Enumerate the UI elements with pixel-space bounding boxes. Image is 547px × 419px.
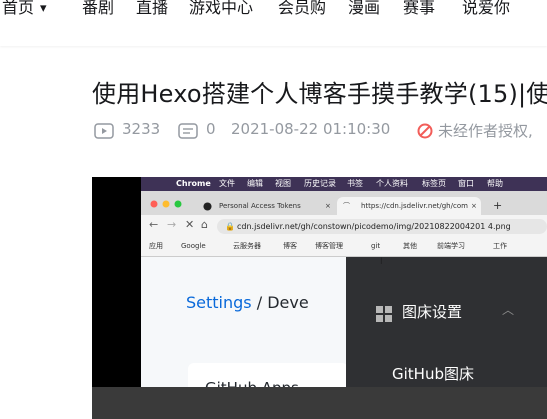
menu-history: 历史记录 — [304, 179, 336, 188]
article-title: 使用Hexo搭建个人博客手摸手教学(15)|使 — [92, 80, 547, 108]
nav-search-hint[interactable]: 说爱你 — [462, 0, 510, 18]
comment-count: 0 — [206, 120, 216, 138]
breadcrumb-rest: / Deve — [251, 293, 309, 312]
home-icon[interactable]: ⌂ — [201, 218, 208, 231]
article-video[interactable]: Chrome 文件 编辑 视图 历史记录 书签 个人资料 标签页 窗口 帮助 P… — [92, 177, 547, 419]
grid-icon — [376, 306, 392, 322]
tab-image-url[interactable]: ⌒ https://cdn.jsdelivr.net/gh/com × — [337, 197, 481, 215]
mac-menubar: Chrome 文件 编辑 视图 历史记录 书签 个人资料 标签页 窗口 帮助 — [141, 177, 547, 191]
chevron-down-icon: ▾ — [40, 1, 47, 16]
bookmark-google[interactable]: Google — [181, 237, 206, 256]
nav-live[interactable]: 直播 — [136, 0, 168, 18]
menu-window: 窗口 — [458, 179, 474, 188]
address-text: cdn.jsdelivr.net/gh/constown/picodemo/im… — [237, 222, 511, 231]
browser-toolbar: ← → ✕ ⌂ 🔒 cdn.jsdelivr.net/gh/constown/p… — [141, 215, 547, 237]
top-navigation: 首页 ▾ 番剧 直播 游戏中心 会员购 漫画 赛事 说爱你 — [0, 0, 547, 46]
no-reprint-icon — [417, 123, 433, 139]
menu-profile: 个人资料 — [376, 179, 408, 188]
bookmark-apps[interactable]: 应用 — [149, 237, 163, 256]
comment-icon — [178, 123, 198, 139]
menu-file: 文件 — [219, 179, 235, 188]
copyright-notice: 未经作者授权, — [438, 122, 533, 140]
menu-bookmarks: 书签 — [347, 179, 363, 188]
bookmark-work[interactable]: 工作 — [493, 237, 507, 256]
settings-link[interactable]: Settings — [186, 293, 252, 312]
bookmark-frontend[interactable]: 前端学习 — [437, 237, 465, 256]
view-count: 3233 — [122, 120, 161, 138]
back-icon[interactable]: ← — [149, 218, 158, 231]
window-controls — [150, 200, 182, 208]
github-image-host-item[interactable]: GitHub图床 — [392, 363, 474, 384]
nav-anime[interactable]: 番剧 — [82, 0, 114, 18]
address-bar[interactable]: 🔒 cdn.jsdelivr.net/gh/constown/picodemo/… — [217, 219, 547, 234]
menu-view: 视图 — [275, 179, 291, 188]
tab-title: https://cdn.jsdelivr.net/gh/com — [361, 202, 468, 210]
bookmark-blog[interactable]: 博客 — [283, 237, 297, 256]
chevron-up-icon[interactable]: ︿ — [502, 301, 514, 318]
lock-icon: 🔒 — [225, 222, 235, 231]
browser-tabbar: Personal Access Tokens × ⌒ https://cdn.j… — [141, 191, 547, 215]
nav-member-shop[interactable]: 会员购 — [278, 0, 326, 18]
bookmark-cloud-server[interactable]: 云服务器 — [233, 237, 261, 256]
tab-title: Personal Access Tokens — [219, 202, 301, 210]
play-icon — [94, 123, 114, 139]
mouse-cursor-icon: I — [380, 257, 383, 267]
forward-icon[interactable]: → — [167, 218, 176, 231]
menu-edit: 编辑 — [247, 179, 263, 188]
github-icon — [203, 202, 212, 211]
video-bottom-band — [92, 387, 547, 419]
bookmarks-bar: 应用 Google 云服务器 博客 博客管理 git 其他 前端学习 工作 — [141, 237, 547, 257]
bookmark-git[interactable]: git — [371, 237, 380, 256]
tab-close-icon[interactable]: × — [325, 197, 331, 215]
publish-time: 2021-08-22 01:10:30 — [231, 120, 391, 138]
screen-recording: Chrome 文件 编辑 视图 历史记录 书签 个人资料 标签页 窗口 帮助 P… — [141, 177, 547, 419]
menu-help: 帮助 — [487, 179, 503, 188]
menu-tabs: 标签页 — [422, 179, 446, 188]
image-host-settings-title[interactable]: 图床设置 — [402, 301, 462, 322]
loading-icon: ⌒ — [343, 202, 350, 210]
bookmark-other[interactable]: 其他 — [403, 237, 417, 256]
breadcrumb: Settings / Deve — [186, 293, 309, 312]
nav-home[interactable]: 首页 ▾ — [2, 0, 47, 18]
bookmark-blog-admin[interactable]: 博客管理 — [315, 237, 343, 256]
nav-manga[interactable]: 漫画 — [348, 0, 380, 18]
nav-esports[interactable]: 赛事 — [403, 0, 435, 18]
stop-icon[interactable]: ✕ — [185, 218, 194, 231]
tab-personal-access-tokens[interactable]: Personal Access Tokens × — [193, 197, 333, 215]
tab-close-icon[interactable]: × — [471, 197, 477, 215]
nav-home-label: 首页 — [2, 0, 35, 17]
nav-game-center[interactable]: 游戏中心 — [189, 0, 253, 18]
new-tab-button[interactable]: + — [493, 197, 502, 215]
menu-chrome: Chrome — [176, 179, 211, 188]
